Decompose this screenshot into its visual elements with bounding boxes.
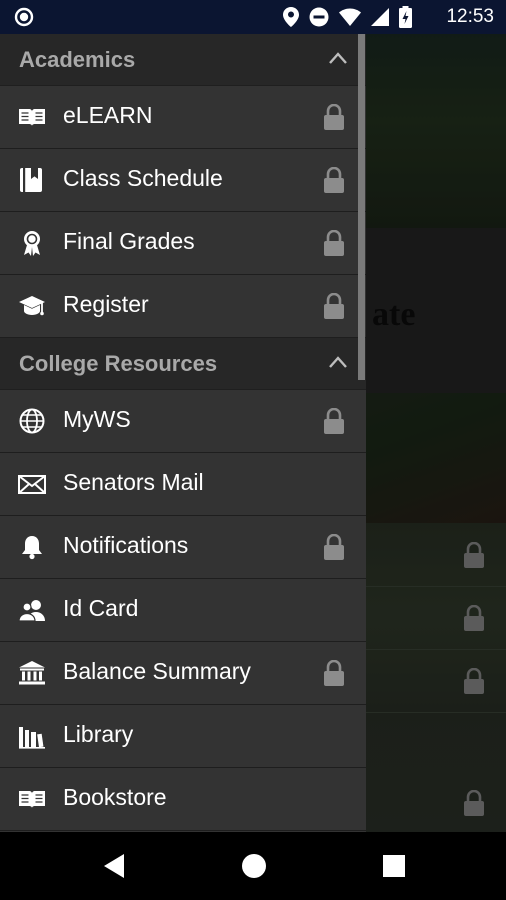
lock-icon [324,534,344,560]
open-book-icon [19,109,45,126]
menu-item-label: MyWS [63,406,131,432]
clock: 12:53 [446,6,494,27]
section-title: College Resources [19,351,218,376]
bank-icon [19,661,45,685]
menu-item-label: Senators Mail [63,469,204,495]
app-circle-icon [14,7,34,27]
bell-icon [22,536,42,560]
lock-icon [324,408,344,434]
menu-item-bookstore[interactable]: Bookstore [0,768,366,831]
lock-icon [324,230,344,256]
menu-item-elearn[interactable]: eLEARN [0,86,366,149]
menu-item-label: eLEARN [63,102,153,128]
menu-item-label: Library [63,721,134,747]
menu-item-notifications[interactable]: Notifications [0,516,366,579]
section-header-academics[interactable]: Academics [0,34,366,86]
globe-icon [19,408,45,434]
wifi-icon [339,8,361,26]
menu-item-label: Balance Summary [63,658,251,684]
menu-item-register[interactable]: Register [0,275,366,338]
location-pin-icon [283,7,299,27]
graduation-cap-icon [19,296,45,316]
menu-item-label: Bookstore [63,784,167,810]
status-bar: 12:53 [0,0,506,34]
menu-item-library[interactable]: Library [0,705,366,768]
lock-icon [324,167,344,193]
envelope-icon [18,475,46,494]
battery-charging-icon [399,6,412,28]
library-books-icon [19,727,45,749]
menu-item-class-schedule[interactable]: Class Schedule [0,149,366,212]
menu-item-senators-mail[interactable]: Senators Mail [0,453,366,516]
system-navigation-bar [0,832,506,900]
do-not-disturb-icon [309,7,329,27]
award-ribbon-icon [24,231,40,256]
users-icon [18,600,45,622]
navigation-drawer: Academics eLEARN Class Schedule Final Gr… [0,34,366,832]
menu-item-id-card[interactable]: Id Card [0,579,366,642]
chevron-up-icon[interactable] [328,355,348,369]
menu-item-final-grades[interactable]: Final Grades [0,212,366,275]
lock-icon [324,293,344,319]
overview-icon[interactable] [380,852,408,880]
menu-item-balance-summary[interactable]: Balance Summary [0,642,366,705]
menu-item-label: Notifications [63,532,189,558]
home-icon[interactable] [240,852,268,880]
open-book-icon [19,791,45,808]
drawer-scrollbar[interactable] [358,34,365,380]
lock-icon [324,104,344,130]
menu-item-label: Final Grades [63,228,195,254]
back-icon[interactable] [101,852,129,880]
chevron-up-icon[interactable] [328,51,348,65]
menu-item-label: Register [63,291,149,317]
menu-item-label: Class Schedule [63,165,223,191]
menu-item-myws[interactable]: MyWS [0,390,366,453]
cell-signal-icon [371,8,389,26]
menu-item-label: Id Card [63,595,139,621]
section-header-college-resources[interactable]: College Resources [0,338,366,390]
section-title: Academics [19,47,136,72]
lock-icon [324,660,344,686]
bookmark-book-icon [20,168,42,192]
